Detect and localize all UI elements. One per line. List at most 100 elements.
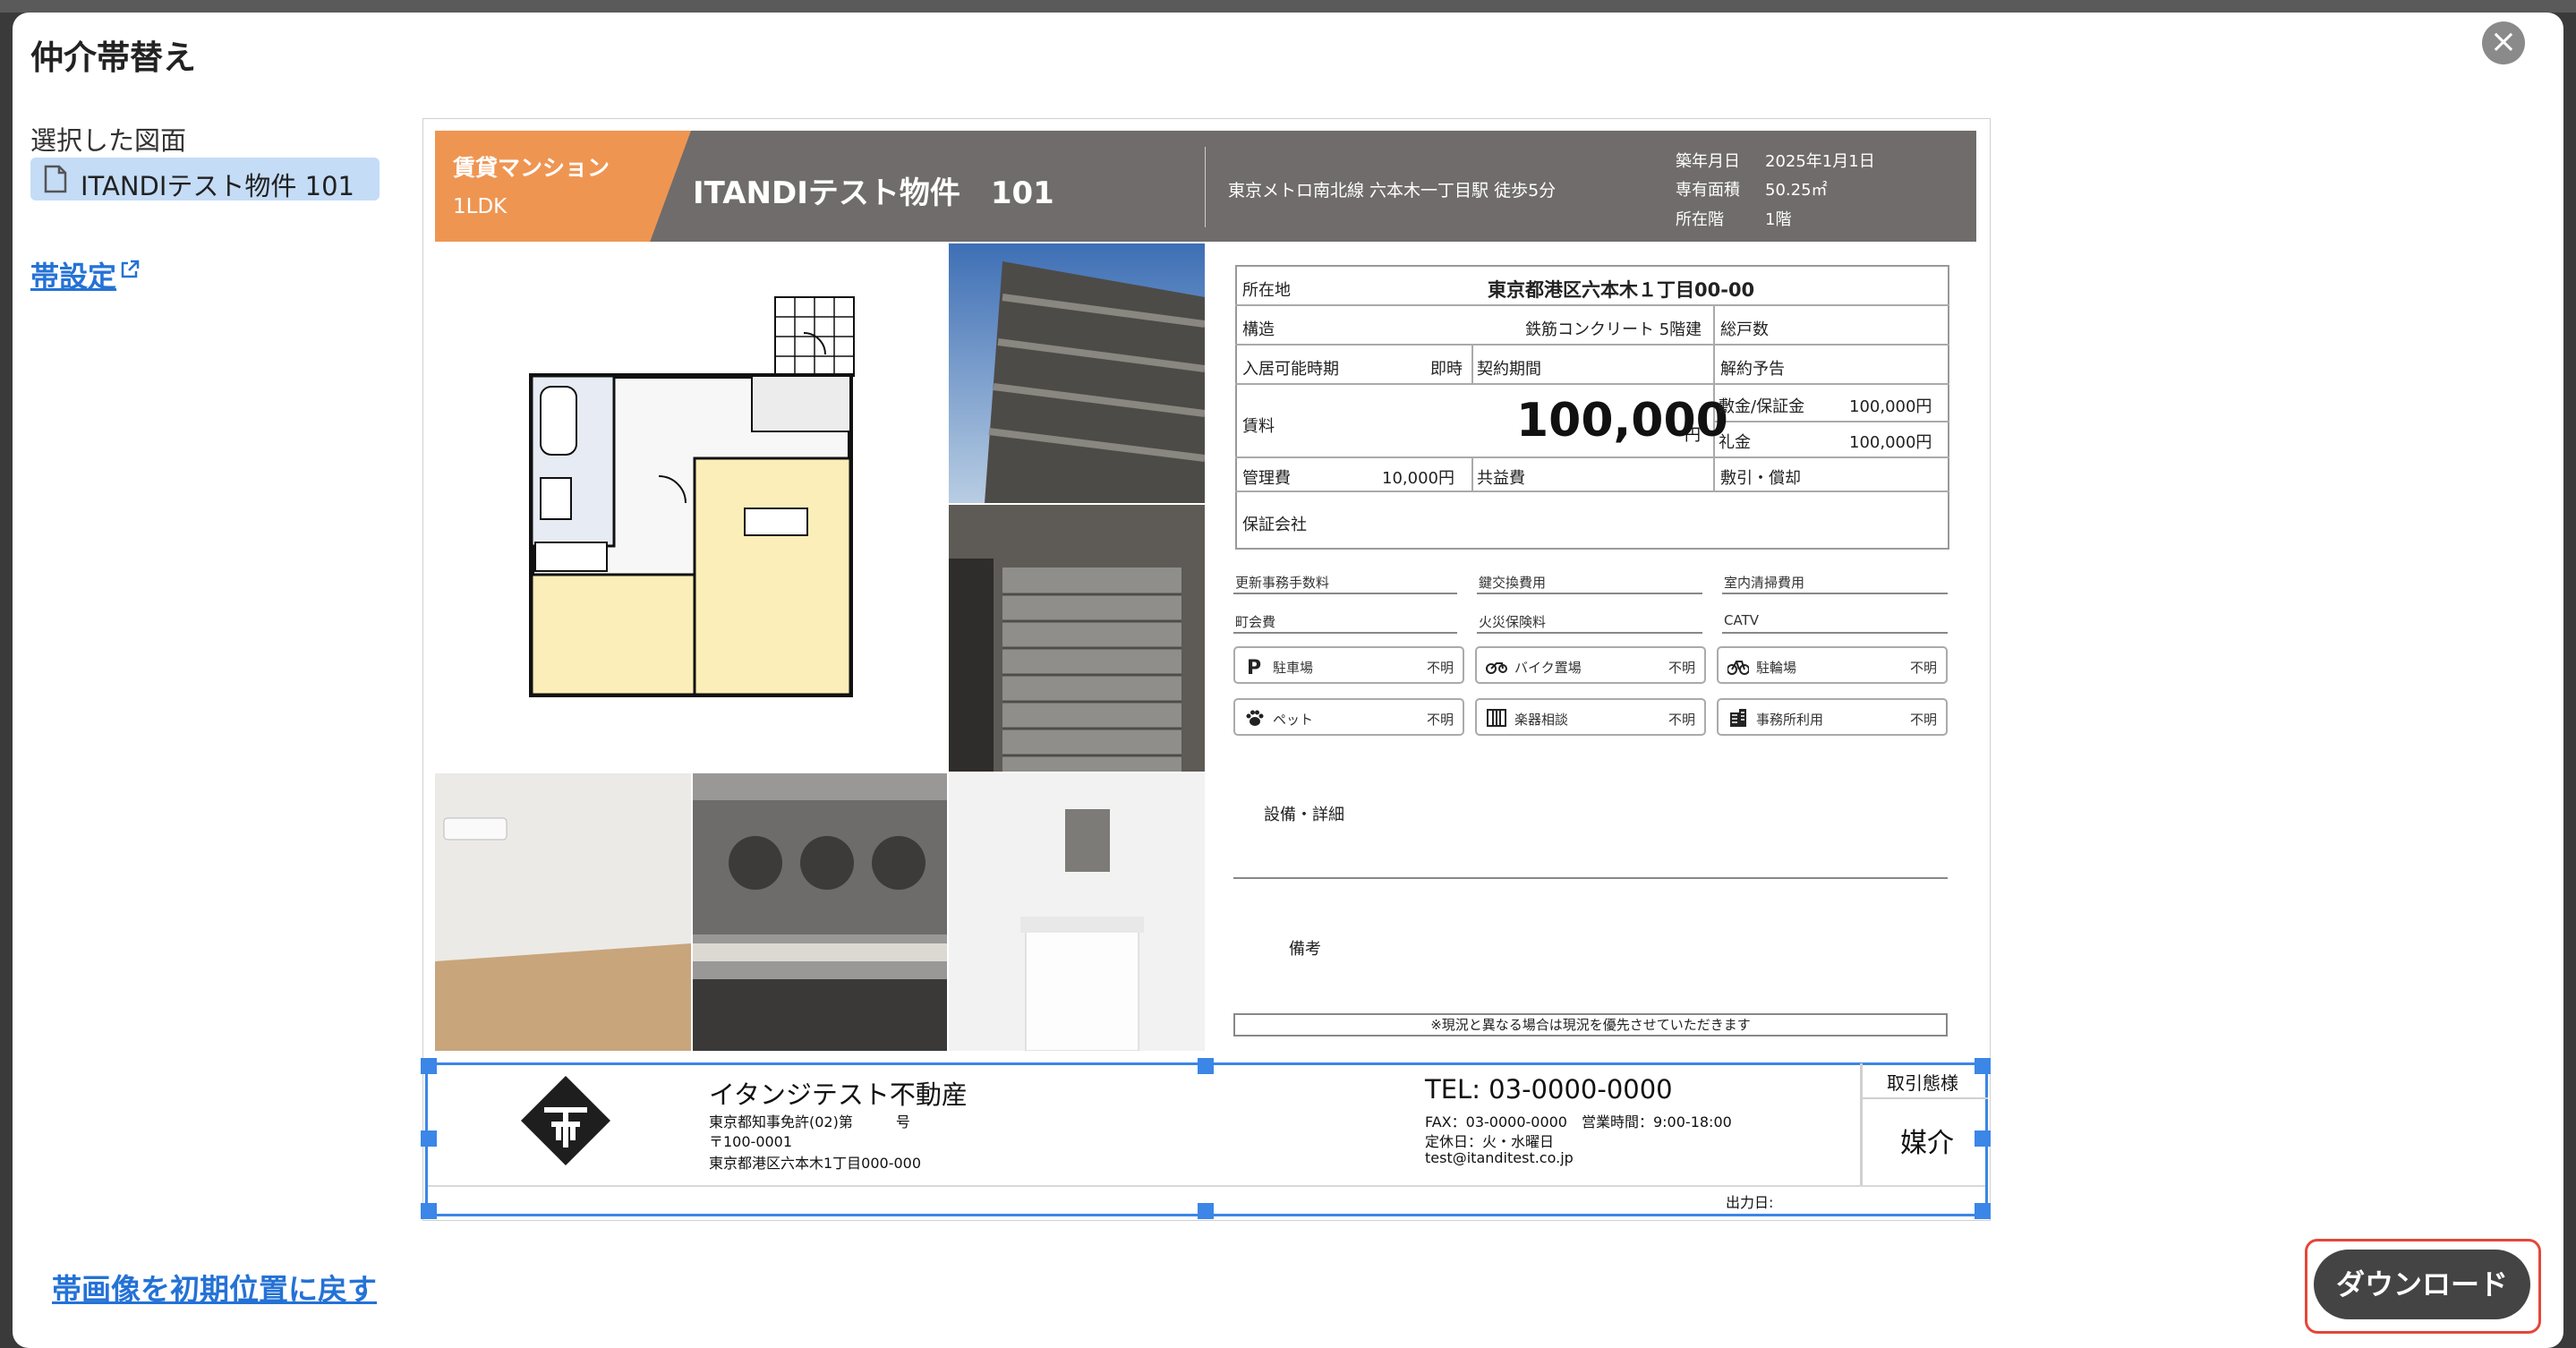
fire-insurance-label: 火災保険料 bbox=[1479, 614, 1547, 630]
transaction-type-value: 媒介 bbox=[1900, 1128, 1954, 1159]
equipment-details-label: 設備・詳細 bbox=[1264, 806, 1344, 824]
property-type: 賃貸マンション bbox=[453, 155, 610, 181]
agency-address: 東京都港区六本木1丁目000-000 bbox=[709, 1155, 922, 1172]
property-name: ITANDIテスト物件 101 bbox=[693, 175, 1054, 211]
chip-label: 楽器相談 bbox=[1514, 712, 1569, 728]
catv-label: CATV bbox=[1724, 612, 1759, 628]
building-exterior-photo bbox=[949, 243, 1205, 503]
resize-handle-bottom-right[interactable] bbox=[1975, 1203, 1991, 1219]
remarks-label: 備考 bbox=[1289, 940, 1321, 959]
total-units-label: 総戸数 bbox=[1720, 320, 1769, 339]
guarantor-label: 保証会社 bbox=[1242, 516, 1307, 534]
chip-label: 駐車場 bbox=[1273, 660, 1314, 676]
mailbox-photo bbox=[949, 505, 1205, 772]
output-date-label: 出力日: bbox=[1726, 1194, 1774, 1211]
address-label: 所在地 bbox=[1242, 281, 1291, 300]
floor-area-value: 50.25㎡ bbox=[1765, 181, 1828, 200]
modal-title: 仲介帯替え bbox=[30, 38, 196, 77]
chip-value: 不明 bbox=[1668, 660, 1695, 676]
pet-chip: ペット 不明 bbox=[1233, 698, 1464, 736]
resize-handle-left[interactable] bbox=[421, 1130, 437, 1147]
resize-handle-top-left[interactable] bbox=[421, 1058, 437, 1074]
reset-band-position-link[interactable]: 帯画像を初期位置に戻す bbox=[52, 1266, 377, 1309]
transaction-divider bbox=[1860, 1063, 1863, 1185]
room-layout: 1LDK bbox=[453, 195, 508, 218]
chip-value: 不明 bbox=[1426, 660, 1454, 676]
chip-label: バイク置場 bbox=[1514, 660, 1582, 676]
agency-tel: TEL: 03-0000-0000 bbox=[1425, 1074, 1673, 1105]
resize-handle-top[interactable] bbox=[1198, 1058, 1214, 1074]
key-money-label: 礼金 bbox=[1719, 433, 1751, 452]
rent-unit: 円 bbox=[1685, 426, 1701, 445]
bicycle-icon bbox=[1727, 661, 1749, 675]
chip-label: 事務所利用 bbox=[1756, 712, 1824, 728]
document-icon bbox=[44, 165, 67, 193]
cancellation-notice-label: 解約予告 bbox=[1720, 360, 1785, 379]
chip-value: 不明 bbox=[1426, 712, 1454, 728]
file-name: ITANDIテスト物件 101 bbox=[81, 171, 355, 201]
holiday: 定休日：火・水曜日 bbox=[1425, 1133, 1555, 1150]
floor-label: 所在階 bbox=[1676, 210, 1724, 229]
band-setting-link[interactable]: 帯設定 bbox=[30, 254, 116, 295]
building-icon bbox=[1730, 709, 1746, 727]
neighborhood-fee-label: 町会費 bbox=[1235, 614, 1276, 630]
property-type-tag bbox=[435, 131, 691, 242]
office-use-chip: 事務所利用 不明 bbox=[1717, 698, 1948, 736]
piano-icon bbox=[1487, 709, 1506, 727]
deduction-label: 敷引・償却 bbox=[1720, 469, 1801, 488]
resize-handle-right[interactable] bbox=[1975, 1130, 1991, 1147]
external-link-icon[interactable] bbox=[120, 260, 140, 279]
rent-label: 賃料 bbox=[1242, 417, 1275, 436]
move-in-label: 入居可能時期 bbox=[1242, 360, 1339, 379]
key-money-value: 100,000円 bbox=[1849, 433, 1932, 452]
cleaning-fee-label: 室内清掃費用 bbox=[1724, 575, 1805, 591]
page-backdrop bbox=[0, 0, 2576, 13]
move-in-value: 即時 bbox=[1430, 360, 1463, 379]
address-value: 東京都港区六本木１丁目00-00 bbox=[1488, 279, 1755, 301]
chip-label: 駐輪場 bbox=[1756, 660, 1797, 676]
management-fee-value: 10,000円 bbox=[1382, 469, 1454, 488]
motorcycle-icon bbox=[1486, 662, 1507, 674]
kitchen-photo bbox=[693, 773, 947, 1051]
selected-file-item[interactable]: ITANDIテスト物件 101 bbox=[30, 158, 380, 201]
agency-name: イタンジテスト不動産 bbox=[709, 1079, 968, 1110]
bicycle-parking-chip: 駐輪場 不明 bbox=[1717, 646, 1948, 684]
selected-drawings-label: 選択した図面 bbox=[30, 125, 187, 156]
license-number: 東京都知事免許(02)第 号 bbox=[709, 1113, 910, 1130]
structure-value: 鉄筋コンクリート 5階建 bbox=[1525, 320, 1702, 339]
download-button[interactable]: ダウンロード bbox=[2314, 1250, 2530, 1319]
fax-hours: FAX：03-0000-0000 営業時間：9:00-18:00 bbox=[1425, 1113, 1732, 1130]
resize-handle-bottom-left[interactable] bbox=[421, 1203, 437, 1219]
parking-icon: P bbox=[1247, 657, 1261, 677]
deposit-value: 100,000円 bbox=[1849, 397, 1932, 416]
svg-text:P: P bbox=[1247, 657, 1261, 677]
header-divider bbox=[1205, 147, 1206, 227]
motorcycle-parking-chip: バイク置場 不明 bbox=[1475, 646, 1706, 684]
structure-label: 構造 bbox=[1242, 320, 1275, 339]
instrument-chip: 楽器相談 不明 bbox=[1475, 698, 1706, 736]
floor-plan-image bbox=[435, 243, 947, 772]
close-icon[interactable]: × bbox=[2482, 21, 2525, 64]
resize-handle-top-right[interactable] bbox=[1975, 1058, 1991, 1074]
management-fee-label: 管理費 bbox=[1242, 469, 1291, 488]
chip-value: 不明 bbox=[1909, 712, 1937, 728]
equipment-divider bbox=[1233, 877, 1948, 879]
floor-value: 1階 bbox=[1765, 210, 1792, 229]
chip-value: 不明 bbox=[1668, 712, 1695, 728]
deposit-label: 敷金/保証金 bbox=[1719, 397, 1805, 416]
transaction-type-label: 取引態様 bbox=[1887, 1072, 1958, 1094]
built-date-label: 築年月日 bbox=[1676, 152, 1740, 171]
parking-chip: P 駐車場 不明 bbox=[1233, 646, 1464, 684]
disclaimer-note: ※現況と異なる場合は現況を優先させていただきます bbox=[1233, 1013, 1948, 1037]
agency-email: test@itanditest.co.jp bbox=[1425, 1149, 1574, 1166]
key-exchange-fee-label: 鍵交換費用 bbox=[1479, 575, 1547, 591]
washroom-photo bbox=[949, 773, 1205, 1051]
floor-area-label: 専有面積 bbox=[1676, 181, 1740, 200]
agency-logo bbox=[521, 1076, 610, 1165]
postal-code: 〒100-0001 bbox=[709, 1133, 793, 1150]
transaction-header-line bbox=[1863, 1097, 1988, 1099]
output-date-divider bbox=[428, 1185, 1985, 1187]
common-fee-label: 共益費 bbox=[1477, 469, 1525, 488]
chip-label: ペット bbox=[1273, 712, 1314, 728]
resize-handle-bottom[interactable] bbox=[1198, 1203, 1214, 1219]
